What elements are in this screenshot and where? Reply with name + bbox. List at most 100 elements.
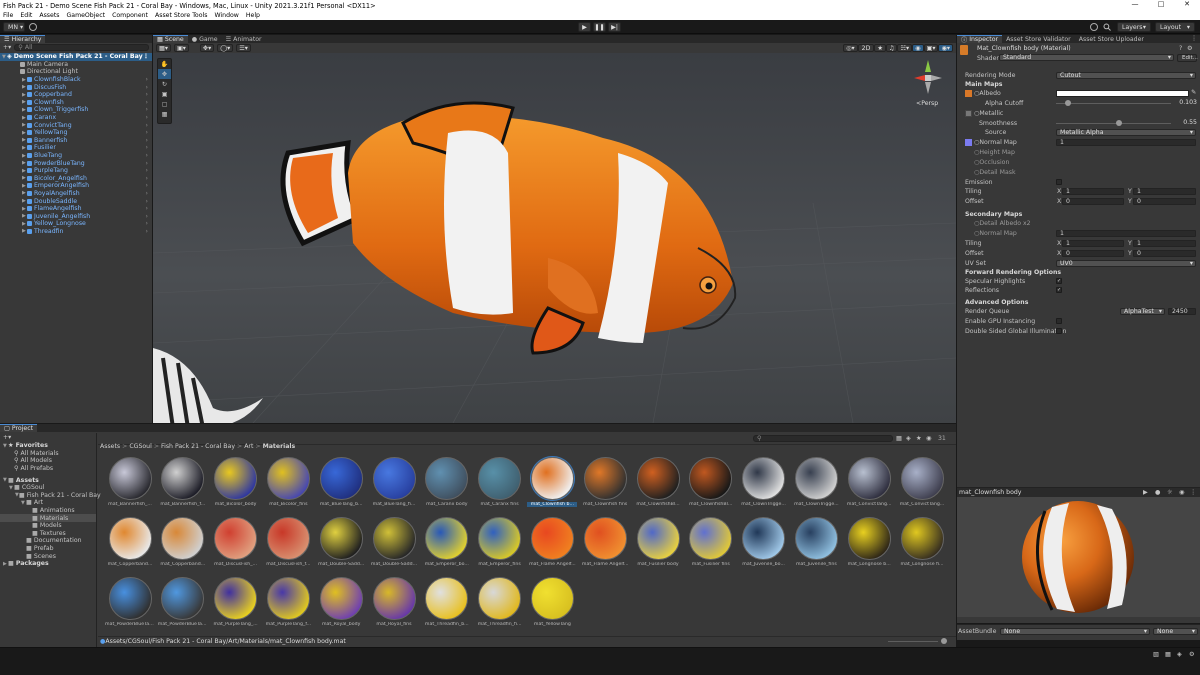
tree-item-prefab[interactable]: ▶ Yellow_Longnose › bbox=[0, 220, 152, 228]
tree-item-prefab[interactable]: ▶ Copperband › bbox=[0, 91, 152, 99]
rotate-tool-icon[interactable]: ↻ bbox=[158, 79, 171, 89]
play-icon[interactable]: ▶ bbox=[1143, 489, 1148, 496]
visibility-toggle[interactable]: ◉ bbox=[912, 44, 924, 52]
lighting-toggle[interactable]: ★ bbox=[874, 44, 886, 52]
filter-label-icon[interactable]: ◈ bbox=[906, 435, 911, 442]
cloud-icon[interactable] bbox=[29, 23, 37, 31]
normal-map2-row[interactable]: ○ Normal Map bbox=[974, 229, 1017, 238]
assets-root-row[interactable]: ▼ ■ Assets bbox=[0, 476, 96, 484]
material-asset[interactable]: mat_DiscusFish_... bbox=[211, 517, 261, 577]
source-dropdown[interactable]: Metallic Alpha ▾ bbox=[1056, 129, 1196, 136]
tree-item-prefab[interactable]: ▶ ClownfishBlack › bbox=[0, 76, 152, 84]
shader-dropdown[interactable]: Standard ▾ bbox=[999, 54, 1174, 61]
gizmos-button[interactable]: ◉▾ bbox=[938, 44, 953, 52]
material-asset[interactable]: mat_Caranx body bbox=[422, 457, 472, 517]
material-asset[interactable]: mat_Longnose fi... bbox=[897, 517, 947, 577]
layout-dropdown[interactable]: Layout ▾ bbox=[1155, 22, 1195, 32]
scene-gizmo[interactable] bbox=[908, 58, 948, 103]
material-asset[interactable]: mat_Flame Angelf... bbox=[580, 517, 630, 577]
material-asset[interactable]: mat_Bannerfish_... bbox=[105, 457, 155, 517]
favorite-all-materials[interactable]: ⚲ All Materials bbox=[0, 450, 96, 458]
smoothness-slider-knob[interactable] bbox=[1116, 120, 1123, 126]
offset-x-field[interactable]: 0 bbox=[1062, 198, 1124, 205]
tree-item-main-camera[interactable]: Main Camera bbox=[0, 61, 152, 69]
material-asset[interactable]: mat_ConvictTang... bbox=[844, 457, 894, 517]
folder-item[interactable]: ▼ ■ CGSoul bbox=[0, 484, 96, 492]
project-create[interactable]: +▾ bbox=[0, 433, 96, 442]
tab-animator[interactable]: ☰ Animator bbox=[221, 35, 266, 43]
tree-item-prefab[interactable]: ▶ YellowTang › bbox=[0, 129, 152, 137]
material-asset[interactable]: mat_Juvenile_fins bbox=[791, 517, 841, 577]
hierarchy-search-input[interactable]: ⚲ All bbox=[14, 44, 149, 51]
material-asset[interactable]: mat_ClownTrigge... bbox=[739, 457, 789, 517]
camera-button[interactable]: ▣▾ bbox=[923, 44, 939, 52]
tiling-x-field[interactable]: 1 bbox=[1062, 188, 1124, 195]
menu-assets[interactable]: Assets bbox=[39, 12, 59, 19]
packages-row[interactable]: ▶ ■ Packages bbox=[0, 560, 96, 568]
tree-item-prefab[interactable]: ▶ DoubleSaddle › bbox=[0, 197, 152, 205]
hand-tool-icon[interactable]: ✋ bbox=[158, 59, 171, 69]
material-asset[interactable]: mat_ClownfishBl... bbox=[686, 457, 736, 517]
asset-bundle-dropdown[interactable]: None ▾ bbox=[1000, 628, 1150, 635]
scene-viewport[interactable]: ✋ ✥ ↻ ▣ ▢ ▦ <Persp bbox=[153, 53, 956, 423]
material-asset[interactable]: mat_PowderBlueTan... bbox=[158, 577, 208, 637]
close-icon[interactable]: ✕ bbox=[1174, 0, 1200, 11]
rendering-mode-dropdown[interactable]: Cutout ▾ bbox=[1056, 72, 1196, 79]
material-asset[interactable]: mat_Threadfin_b... bbox=[422, 577, 472, 637]
projection-label[interactable]: <Persp bbox=[916, 100, 938, 107]
normal-scale-field[interactable]: 1 bbox=[1056, 139, 1196, 146]
minimize-icon[interactable]: — bbox=[1122, 0, 1148, 11]
step-button[interactable]: ▶| bbox=[608, 22, 621, 32]
eyedropper-icon[interactable]: ✎ bbox=[1191, 89, 1196, 96]
layers-dropdown[interactable]: Layers ▾ bbox=[1117, 22, 1151, 32]
account-button[interactable]: MN ▾ bbox=[3, 22, 25, 32]
play-button[interactable]: ▶ bbox=[578, 22, 591, 32]
tiling-y-field[interactable]: 1 bbox=[1133, 188, 1196, 195]
material-preview-area[interactable] bbox=[957, 497, 1200, 617]
occlusion-row[interactable]: ○ Occlusion bbox=[974, 158, 1009, 167]
shading-button[interactable]: ▣▾ bbox=[173, 44, 189, 52]
material-asset[interactable]: mat_YellowTang bbox=[527, 577, 577, 637]
folder-item[interactable]: ■ Prefab bbox=[0, 545, 96, 553]
help-icon[interactable]: ? bbox=[1179, 45, 1182, 52]
material-asset[interactable]: mat_Bicolor_body bbox=[211, 457, 261, 517]
tree-item-prefab[interactable]: ▶ Fusilier › bbox=[0, 144, 152, 152]
material-asset[interactable]: mat_Copperband... bbox=[105, 517, 155, 577]
gpu-instancing-checkbox[interactable] bbox=[1056, 318, 1062, 324]
height-map-row[interactable]: ○ Height Map bbox=[974, 148, 1015, 157]
history-icon[interactable] bbox=[1090, 23, 1098, 31]
scene-row[interactable]: ▼ ◈ Demo Scene Fish Pack 21 - Coral Bay … bbox=[0, 53, 152, 61]
material-asset[interactable]: mat_Bicolor_fins bbox=[263, 457, 313, 517]
tab-asset-store-validator[interactable]: Asset Store Validator bbox=[1002, 35, 1075, 43]
menu-file[interactable]: File bbox=[3, 12, 13, 19]
material-asset[interactable]: mat_BlueTang_fi... bbox=[369, 457, 419, 517]
tab-scene[interactable]: ▦ Scene bbox=[153, 35, 188, 43]
menu-asset-store-tools[interactable]: Asset Store Tools bbox=[155, 12, 207, 19]
material-asset[interactable]: mat_Fusilier fins bbox=[686, 517, 736, 577]
material-asset[interactable]: mat_Double-Sadd... bbox=[369, 517, 419, 577]
folder-item[interactable]: ■ Scenes bbox=[0, 552, 96, 560]
progress-icon[interactable]: ▦ bbox=[1165, 651, 1171, 658]
reflections-checkbox[interactable]: ✓ bbox=[1056, 287, 1062, 293]
tab-hierarchy[interactable]: ☰ Hierarchy bbox=[0, 35, 46, 43]
material-asset[interactable]: mat_Royal_body bbox=[316, 577, 366, 637]
2d-toggle[interactable]: 2D bbox=[857, 44, 875, 52]
menu-component[interactable]: Component bbox=[112, 12, 148, 19]
material-asset[interactable]: mat_BlueTang_b... bbox=[316, 457, 366, 517]
tree-item-prefab[interactable]: ▶ Clownfish › bbox=[0, 99, 152, 107]
material-asset[interactable]: mat_PurpleTang_... bbox=[211, 577, 261, 637]
pivot-button[interactable]: ✥▾ bbox=[199, 44, 215, 52]
tiling2-x-field[interactable]: 1 bbox=[1062, 240, 1124, 247]
material-asset[interactable]: mat_PurpleTang_f... bbox=[263, 577, 313, 637]
global-button[interactable]: ◯▾ bbox=[217, 44, 234, 52]
folder-item[interactable]: ■ Documentation bbox=[0, 537, 96, 545]
material-asset[interactable]: mat_PowderBlueTan... bbox=[105, 577, 155, 637]
eye-icon[interactable]: ◉ bbox=[926, 435, 931, 442]
smoothness-slider-track[interactable] bbox=[1056, 123, 1171, 124]
material-asset[interactable]: mat_Bannerfish_f... bbox=[158, 457, 208, 517]
tree-item-directional-light[interactable]: Directional Light bbox=[0, 68, 152, 76]
tree-item-prefab[interactable]: ▶ ConvictTang › bbox=[0, 121, 152, 129]
icon-size-slider[interactable] bbox=[888, 641, 938, 642]
menu-gameobject[interactable]: GameObject bbox=[66, 12, 105, 19]
breadcrumb-item[interactable]: Art bbox=[244, 443, 253, 450]
